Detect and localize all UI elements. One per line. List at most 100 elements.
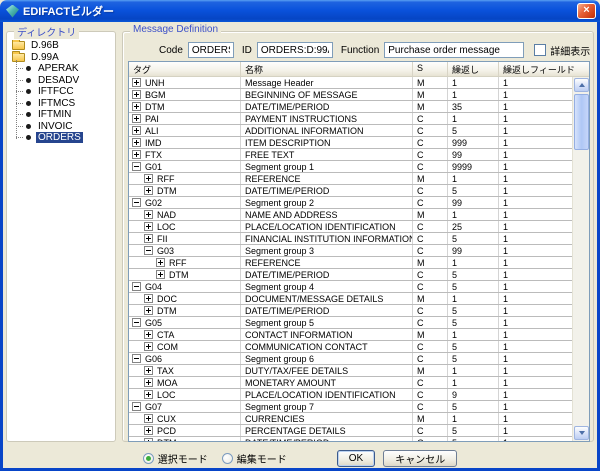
tree-item-iftfcc[interactable]: IFTFCC [11,86,113,98]
status-cell: C [413,389,448,400]
collapse-minus-icon[interactable] [132,162,141,171]
expand-plus-icon[interactable] [144,174,153,183]
expand-plus-icon[interactable] [144,234,153,243]
expand-plus-icon[interactable] [144,306,153,315]
collapse-minus-icon[interactable] [132,282,141,291]
table-row-imd[interactable]: IMDITEM DESCRIPTIONC9991 [129,137,572,149]
expand-plus-icon[interactable] [144,414,153,423]
table-row-loc[interactable]: LOCPLACE/LOCATION IDENTIFICATIONC251 [129,221,572,233]
repeat-field-cell: 1 [499,173,572,184]
table-row-cta[interactable]: CTACONTACT INFORMATIONM11 [129,329,572,341]
scrollbar-thumb[interactable] [574,94,589,150]
close-button[interactable]: × [577,3,596,19]
expand-plus-icon[interactable] [144,186,153,195]
code-input[interactable] [188,42,234,58]
scroll-up-button[interactable] [574,78,589,92]
table-row-ftx[interactable]: FTXFREE TEXTC991 [129,149,572,161]
table-row-loc[interactable]: LOCPLACE/LOCATION IDENTIFICATIONC91 [129,389,572,401]
expand-plus-icon[interactable] [144,438,153,441]
expand-plus-icon[interactable] [132,126,141,135]
table-row-dtm[interactable]: DTMDATE/TIME/PERIODC51 [129,305,572,317]
table-row-rff[interactable]: RFFREFERENCEM11 [129,173,572,185]
table-row-g01[interactable]: G01Segment group 1C99991 [129,161,572,173]
title-bar[interactable]: EDIFACTビルダー × [0,0,600,22]
column-header-tag[interactable]: タグ [129,62,241,76]
table-row-g02[interactable]: G02Segment group 2C991 [129,197,572,209]
table-row-ali[interactable]: ALIADDITIONAL INFORMATIONC51 [129,125,572,137]
name-cell: DATE/TIME/PERIOD [241,269,413,280]
table-row-pcd[interactable]: PCDPERCENTAGE DETAILSC51 [129,425,572,437]
expand-plus-icon[interactable] [132,150,141,159]
expand-plus-icon[interactable] [144,210,153,219]
detail-view-checkbox[interactable] [534,44,546,56]
table-row-g04[interactable]: G04Segment group 4C51 [129,281,572,293]
table-row-cux[interactable]: CUXCURRENCIESM11 [129,413,572,425]
window-title: EDIFACTビルダー [23,3,577,19]
table-row-tax[interactable]: TAXDUTY/TAX/FEE DETAILSM11 [129,365,572,377]
table-row-doc[interactable]: DOCDOCUMENT/MESSAGE DETAILSM11 [129,293,572,305]
tree-item-iftmcs[interactable]: IFTMCS [11,98,113,110]
table-row-bgm[interactable]: BGMBEGINNING OF MESSAGEM11 [129,89,572,101]
repeat-cell: 99 [448,245,499,256]
expand-plus-icon[interactable] [144,390,153,399]
table-row-g06[interactable]: G06Segment group 6C51 [129,353,572,365]
table-row-pai[interactable]: PAIPAYMENT INSTRUCTIONSC11 [129,113,572,125]
repeat-cell: 99 [448,149,499,160]
expand-plus-icon[interactable] [156,258,165,267]
expand-plus-icon[interactable] [144,222,153,231]
expand-plus-icon[interactable] [132,138,141,147]
expand-plus-icon[interactable] [132,114,141,123]
select-mode-radio[interactable] [143,453,154,464]
table-row-dtm[interactable]: DTMDATE/TIME/PERIODM351 [129,101,572,113]
collapse-minus-icon[interactable] [144,246,153,255]
collapse-minus-icon[interactable] [132,354,141,363]
column-header-repeat[interactable]: 繰返し [448,62,499,76]
function-input[interactable] [384,42,524,58]
table-row-com[interactable]: COMCOMMUNICATION CONTACTC51 [129,341,572,353]
expand-plus-icon[interactable] [132,78,141,87]
column-header-name[interactable]: 名称 [241,62,413,76]
edit-mode-radio[interactable] [222,453,233,464]
column-header-s[interactable]: S [413,62,448,76]
expand-plus-icon[interactable] [132,102,141,111]
expand-plus-icon[interactable] [144,426,153,435]
tree-item-aperak[interactable]: APERAK [11,63,113,75]
cancel-button[interactable]: キャンセル [383,450,457,467]
table-row-dtm[interactable]: DTMDATE/TIME/PERIODC51 [129,269,572,281]
collapse-minus-icon[interactable] [132,318,141,327]
tree-item-orders[interactable]: ORDERS [11,132,113,144]
collapse-minus-icon[interactable] [132,198,141,207]
tag-label: DTM [157,306,177,316]
expand-plus-icon[interactable] [132,90,141,99]
column-header-repeat-field[interactable]: 繰返しフィールド.. [499,62,574,76]
tree-item-d96b[interactable]: D.96B [11,40,113,52]
expand-plus-icon[interactable] [144,342,153,351]
collapse-minus-icon[interactable] [132,402,141,411]
tree-item-iftmin[interactable]: IFTMIN [11,109,113,121]
tree-item-desadv[interactable]: DESADV [11,75,113,87]
table-row-unh[interactable]: UNHMessage HeaderM11 [129,77,572,89]
table-row-nad[interactable]: NADNAME AND ADDRESSM11 [129,209,572,221]
tree-item-d99a[interactable]: D.99A [11,52,113,64]
table-row-g07[interactable]: G07Segment group 7C51 [129,401,572,413]
expand-plus-icon[interactable] [144,330,153,339]
expand-plus-icon[interactable] [144,294,153,303]
directory-tree[interactable]: D.96BD.99AAPERAKDESADVIFTFCCIFTMCSIFTMIN… [11,40,113,439]
table-row-dtm[interactable]: DTMDATE/TIME/PERIODC51 [129,437,572,441]
expand-plus-icon[interactable] [144,366,153,375]
scroll-down-button[interactable] [574,426,589,440]
table-row-moa[interactable]: MOAMONETARY AMOUNTC11 [129,377,572,389]
vertical-scrollbar[interactable] [572,77,589,441]
table-row-rff[interactable]: RFFREFERENCEM11 [129,257,572,269]
expand-plus-icon[interactable] [156,270,165,279]
id-input[interactable] [257,42,333,58]
status-cell: M [413,173,448,184]
name-cell: ADDITIONAL INFORMATION [241,125,413,136]
ok-button[interactable]: OK [337,450,375,467]
expand-plus-icon[interactable] [144,378,153,387]
tree-item-invoic[interactable]: INVOIC [11,121,113,133]
table-row-fii[interactable]: FIIFINANCIAL INSTITUTION INFORMATIONC51 [129,233,572,245]
table-row-dtm[interactable]: DTMDATE/TIME/PERIODC51 [129,185,572,197]
table-row-g05[interactable]: G05Segment group 5C51 [129,317,572,329]
table-row-g03[interactable]: G03Segment group 3C991 [129,245,572,257]
